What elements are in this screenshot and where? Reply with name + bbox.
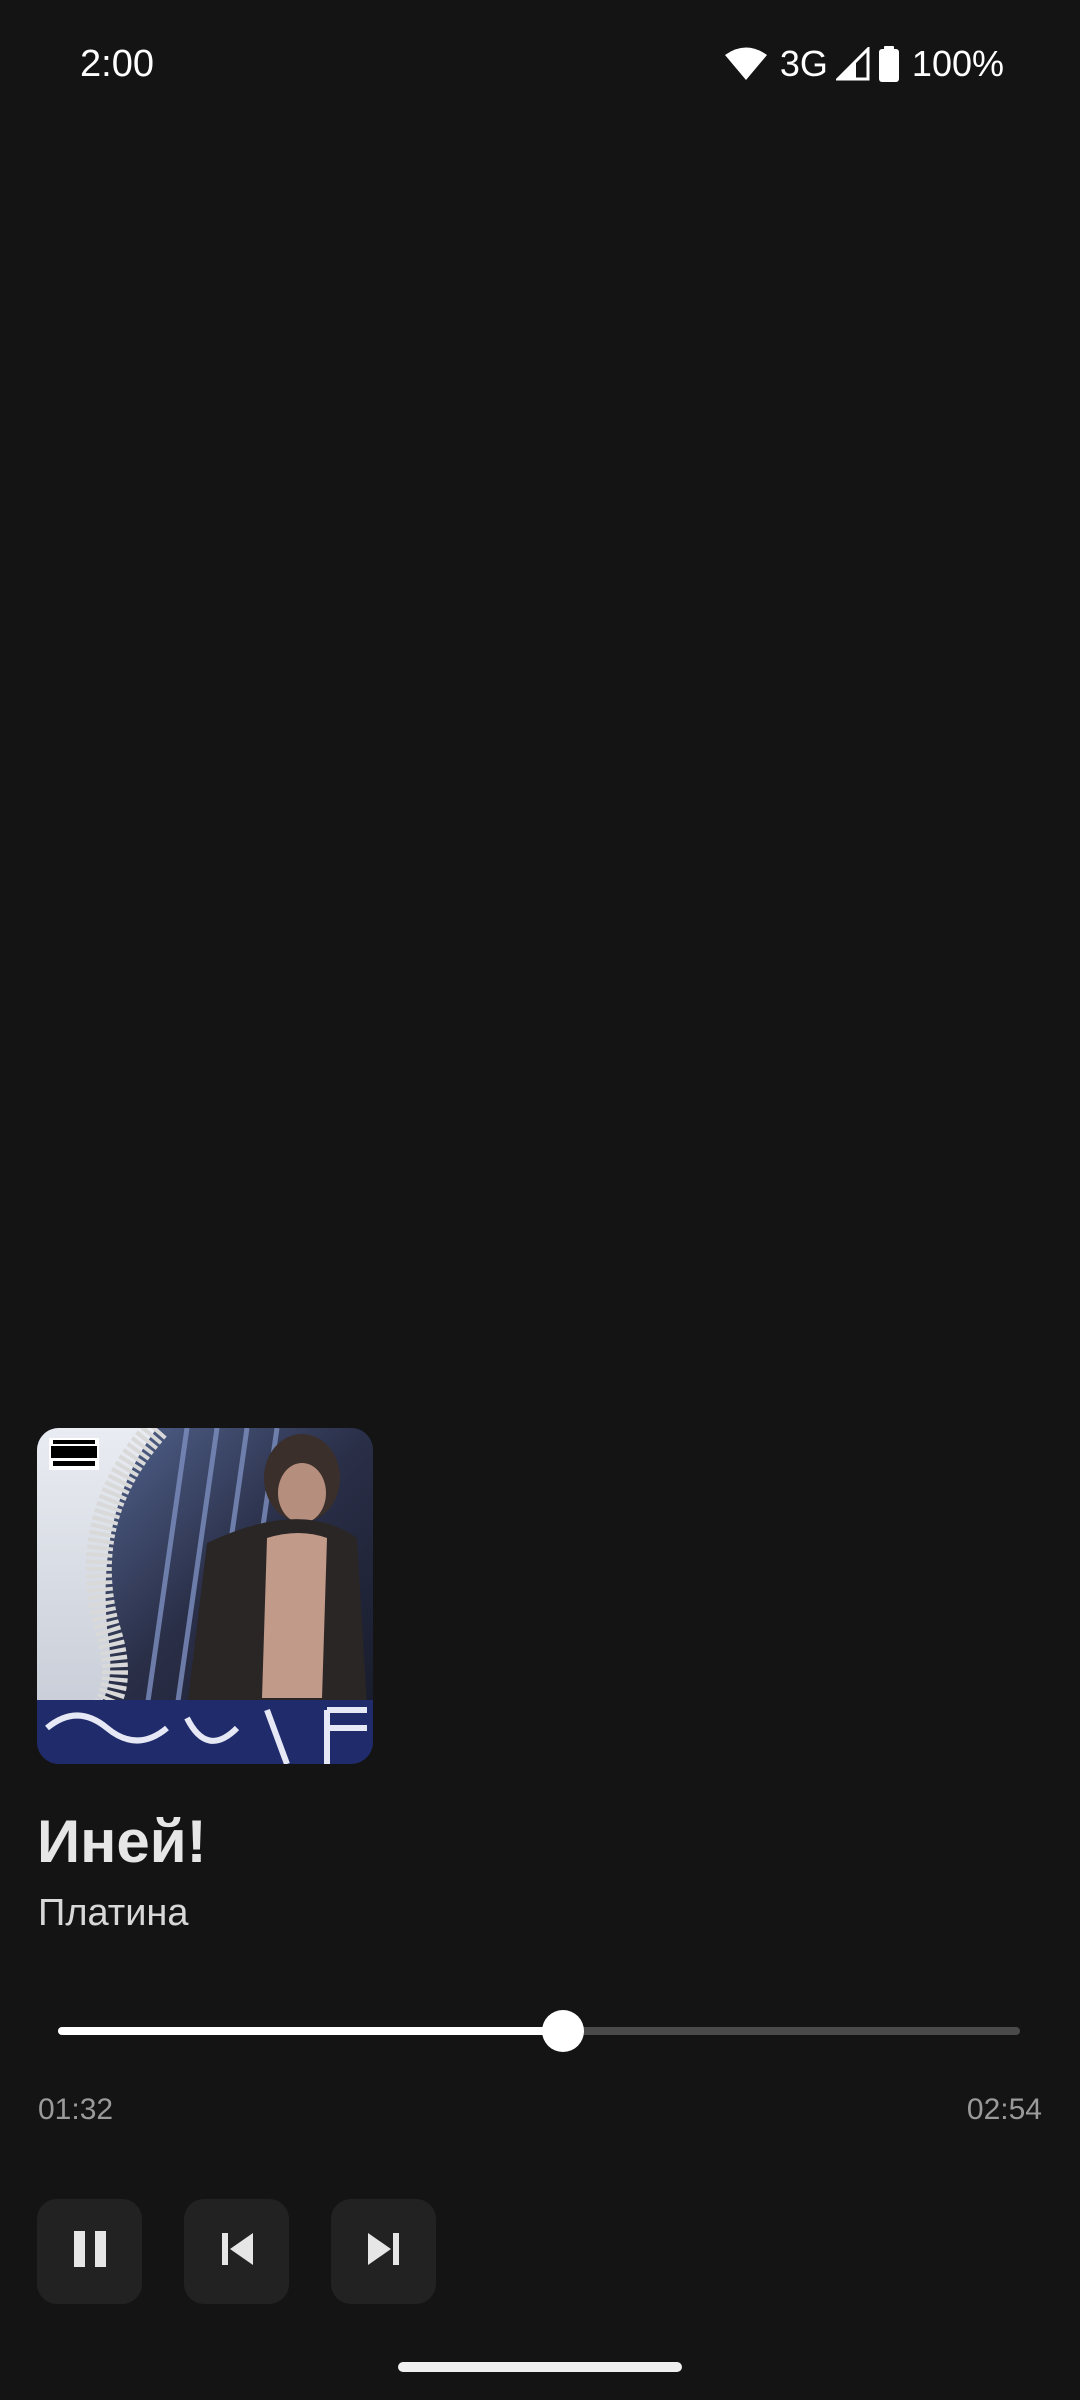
seek-bar[interactable]	[58, 1998, 1020, 2062]
network-type: 3G	[779, 43, 828, 84]
album-art	[37, 1428, 373, 1764]
skip-previous-icon	[219, 2231, 255, 2272]
pause-button[interactable]	[37, 2199, 142, 2304]
status-icons: 3G 100%	[724, 40, 1004, 88]
track-title: Иней!	[37, 1808, 207, 1875]
home-gesture-handle[interactable]	[398, 2362, 682, 2372]
total-duration: 02:54	[966, 2093, 1042, 2126]
cell-signal-icon	[835, 47, 870, 81]
pause-icon	[72, 2229, 108, 2274]
parental-advisory-badge	[49, 1438, 99, 1470]
battery-percentage: 100%	[911, 43, 1004, 84]
track-artist[interactable]: Платина	[38, 1888, 189, 1938]
next-track-button[interactable]	[331, 2199, 436, 2304]
seek-bar-progress	[58, 2027, 563, 2035]
skip-next-icon	[366, 2231, 402, 2272]
previous-track-button[interactable]	[184, 2199, 289, 2304]
wifi-icon	[724, 46, 768, 82]
status-bar: 2:00 3G 100%	[0, 0, 1080, 128]
status-time: 2:00	[80, 43, 154, 85]
playback-controls	[37, 2199, 436, 2304]
elapsed-time: 01:32	[38, 2093, 114, 2126]
seek-bar-thumb[interactable]	[542, 2010, 584, 2052]
battery-icon	[878, 46, 900, 82]
